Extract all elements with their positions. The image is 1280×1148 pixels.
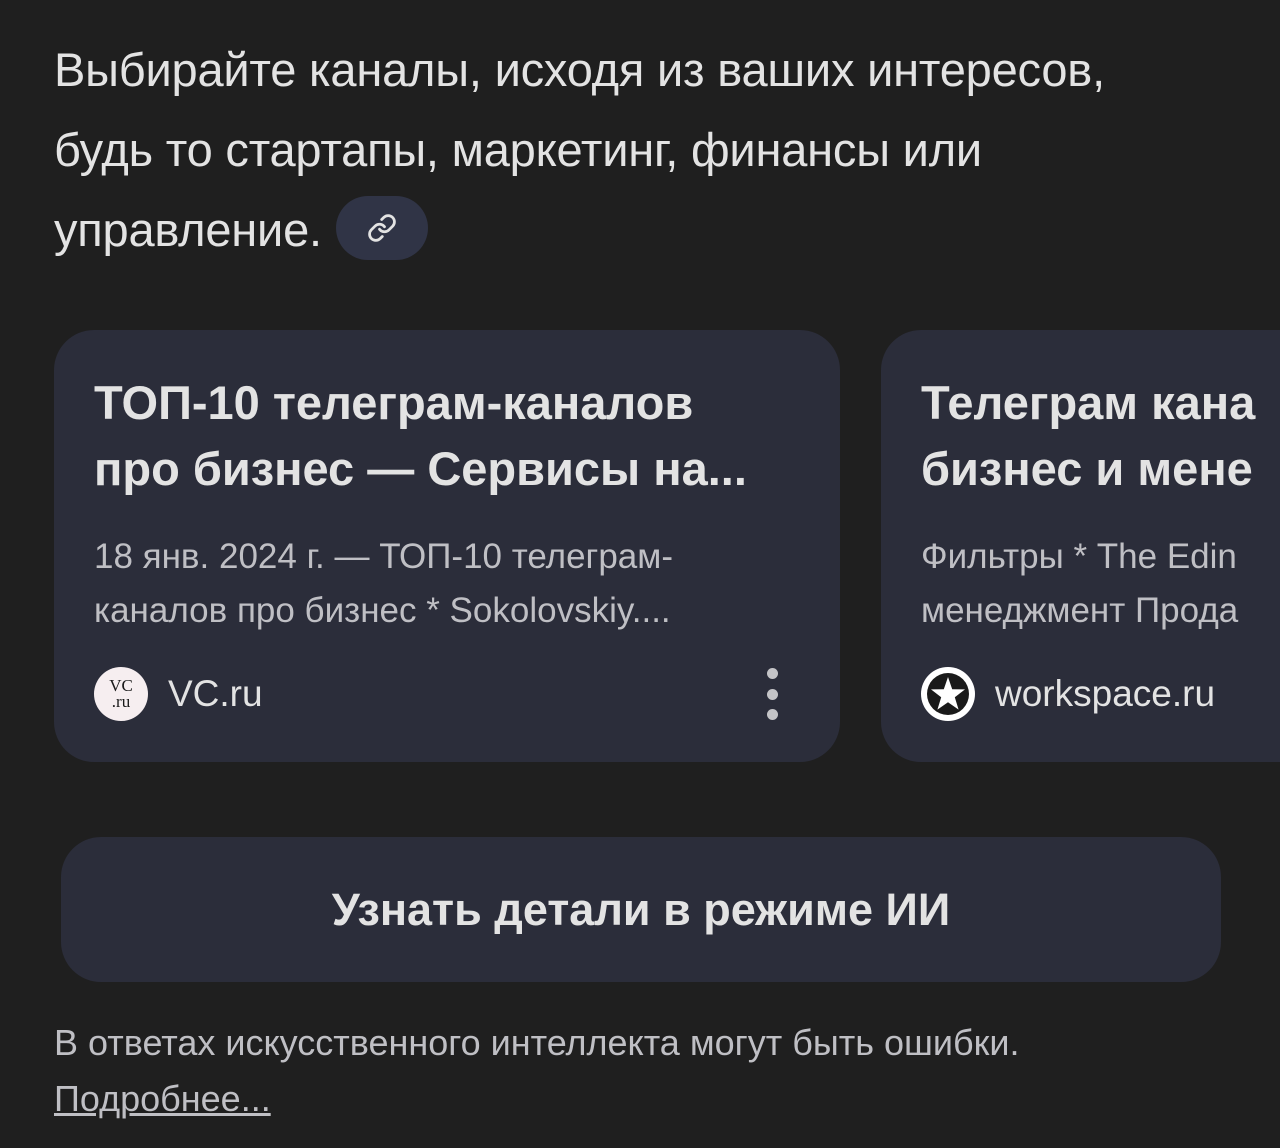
intro-paragraph: Выбирайте каналы, исходя из ваших интере… [54,30,1214,270]
more-options-icon[interactable] [754,666,790,722]
dot [766,709,778,720]
ai-overview-panel: Выбирайте каналы, исходя из ваших интере… [0,0,1280,1148]
star-icon [921,667,975,721]
favicon-text-bottom: .ru [111,692,131,711]
card-title: Телеграм кана бизнес и мене [921,376,1256,495]
card-snippet: 18 янв. 2024 г. — ТОП-10 телеграм- канал… [94,537,673,630]
ai-mode-button[interactable]: Узнать детали в режиме ИИ [61,837,1221,982]
source-name: workspace.ru [995,673,1216,714]
disclaimer-text: В ответах искусственного интеллекта могу… [54,1022,1020,1063]
card-source: workspace.ru [921,666,1215,722]
card-title: ТОП-10 телеграм-каналов про бизнес — Сер… [94,376,747,495]
source-card-vc[interactable]: ТОП-10 телеграм-каналов про бизнес — Сер… [54,330,840,762]
source-link-chip[interactable] [335,195,428,260]
learn-more-link[interactable]: Подробнее... [54,1071,271,1127]
source-name: VC.ru [168,673,263,714]
source-card-workspace[interactable]: Телеграм кана бизнес и мене Фильтры * Th… [881,330,1280,762]
source-cards-carousel[interactable]: ТОП-10 телеграм-каналов про бизнес — Сер… [0,330,1280,762]
card-source: VC .ru VC.ru [94,666,263,722]
dot [766,668,778,679]
vc-favicon-icon: VC .ru [94,667,148,721]
dot [766,688,778,700]
intro-text: Выбирайте каналы, исходя из ваших интере… [54,43,1105,256]
link-icon [368,213,396,242]
ai-disclaimer: В ответах искусственного интеллекта могу… [54,1015,1234,1127]
card-snippet: Фильтры * The Edin менеджмент Прода [921,537,1239,630]
